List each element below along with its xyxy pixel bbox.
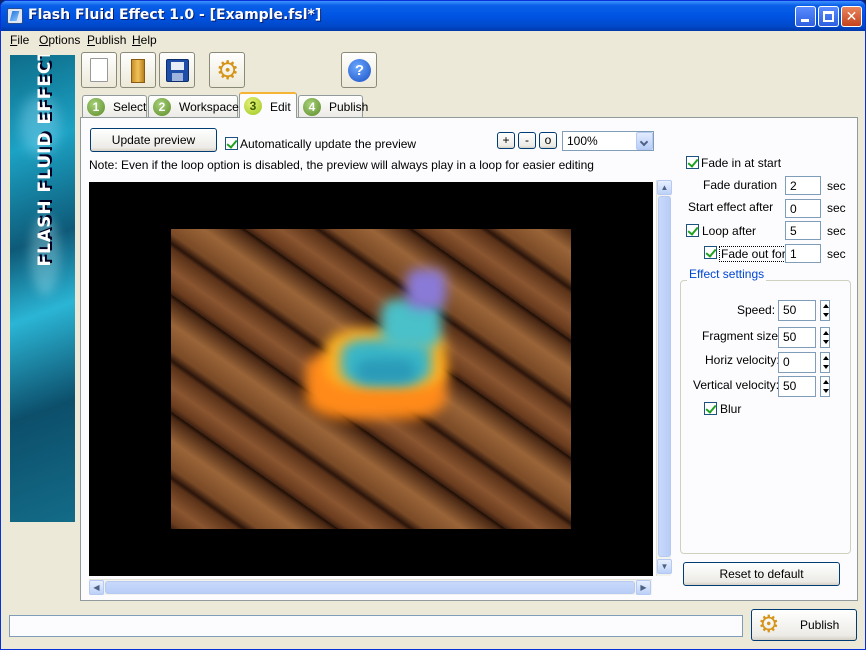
menu-options[interactable]: Options xyxy=(39,33,80,47)
loop-note: Note: Even if the loop option is disable… xyxy=(89,158,594,172)
preview-vertical-scrollbar[interactable]: ▲ ▼ xyxy=(656,180,672,576)
tab-edit[interactable]: 3 Edit xyxy=(239,92,297,118)
fade-duration-label: Fade duration xyxy=(703,178,778,192)
gear-icon: ⚙ xyxy=(758,611,780,638)
vertical-velocity-input[interactable]: 50 xyxy=(778,376,816,397)
publish-button[interactable]: ⚙ Publish xyxy=(751,609,857,641)
loop-after-checkbox[interactable] xyxy=(686,224,699,237)
zoom-reset-button[interactable]: o xyxy=(539,132,557,149)
effect-settings-title: Effect settings xyxy=(687,267,767,281)
folder-icon xyxy=(131,59,145,83)
new-button[interactable] xyxy=(81,52,117,88)
horiz-velocity-label: Horiz velocity: xyxy=(705,353,780,367)
tab-publish[interactable]: 4 Publish xyxy=(298,95,368,117)
fade-in-checkbox[interactable] xyxy=(686,156,699,169)
unit-label: sec xyxy=(827,247,846,261)
chevron-down-icon[interactable] xyxy=(636,132,653,150)
banner-text: FLASH FLUID EFFECT xyxy=(35,55,55,267)
fade-out-checkbox[interactable] xyxy=(704,246,717,259)
blur-label: Blur xyxy=(720,402,742,416)
scroll-up-icon[interactable]: ▲ xyxy=(657,180,672,195)
unit-label: sec xyxy=(827,201,846,215)
fade-in-label: Fade in at start xyxy=(701,156,782,170)
tab-label: Workspace xyxy=(179,100,239,114)
preview-image xyxy=(171,229,571,529)
floppy-icon xyxy=(166,59,189,82)
fragment-size-spinner[interactable] xyxy=(820,327,830,348)
menu-bar: File Options Publish Help xyxy=(1,31,865,50)
close-icon: ✕ xyxy=(845,8,858,24)
app-icon xyxy=(7,8,23,24)
unit-label: sec xyxy=(827,224,846,238)
zoom-out-button[interactable]: - xyxy=(518,132,536,149)
zoom-value: 100% xyxy=(567,134,598,148)
effect-settings-group xyxy=(680,280,851,554)
save-button[interactable] xyxy=(159,52,195,88)
speed-input[interactable]: 50 xyxy=(778,300,816,321)
close-button[interactable]: ✕ xyxy=(841,6,862,27)
vertical-scroll-thumb[interactable] xyxy=(658,196,671,557)
vertical-velocity-label: Vertical velocity: xyxy=(693,378,780,392)
start-after-label: Start effect after xyxy=(688,200,774,214)
fragment-size-input[interactable]: 50 xyxy=(778,327,816,348)
speed-label: Speed: xyxy=(737,303,776,317)
window-title: Flash Fluid Effect 1.0 - [Example.fsl*] xyxy=(28,7,322,23)
blur-checkbox[interactable] xyxy=(704,402,717,415)
update-preview-button[interactable]: Update preview xyxy=(90,128,217,152)
fragment-size-label: Fragment size: xyxy=(702,329,782,343)
title-bar[interactable]: Flash Fluid Effect 1.0 - [Example.fsl*] … xyxy=(1,1,865,31)
scroll-right-icon[interactable]: ▶ xyxy=(636,580,651,595)
unit-label: sec xyxy=(827,179,846,193)
horiz-velocity-spinner[interactable] xyxy=(820,352,830,373)
side-banner: FLASH FLUID EFFECT xyxy=(10,55,75,522)
preview-horizontal-scrollbar[interactable]: ◀ ▶ xyxy=(89,579,652,595)
new-file-icon xyxy=(90,58,108,82)
fluid-effect xyxy=(286,269,486,439)
fade-out-input[interactable]: 1 xyxy=(785,244,821,263)
help-button[interactable]: ? xyxy=(341,52,377,88)
status-bar xyxy=(9,615,743,637)
step-number: 1 xyxy=(87,98,105,116)
step-number: 2 xyxy=(153,98,171,116)
maximize-button[interactable] xyxy=(818,6,839,27)
publish-label: Publish xyxy=(800,618,840,632)
tab-label: Publish xyxy=(329,100,369,114)
zoom-in-button[interactable]: + xyxy=(497,132,515,149)
step-number: 3 xyxy=(244,97,262,115)
horizontal-scroll-thumb[interactable] xyxy=(105,581,635,594)
zoom-select[interactable]: 100% xyxy=(562,131,654,151)
open-button[interactable] xyxy=(120,52,156,88)
minimize-button[interactable] xyxy=(795,6,816,27)
gear-icon: ⚙ xyxy=(216,55,240,85)
tab-select[interactable]: 1 Select xyxy=(82,95,147,117)
auto-update-label: Automatically update the preview xyxy=(240,137,417,151)
menu-help[interactable]: Help xyxy=(132,33,157,47)
reset-default-button[interactable]: Reset to default xyxy=(683,562,840,586)
settings-button[interactable]: ⚙ xyxy=(209,52,245,88)
app-window: Flash Fluid Effect 1.0 - [Example.fsl*] … xyxy=(0,0,866,650)
fade-duration-input[interactable]: 2 xyxy=(785,176,821,195)
menu-publish[interactable]: Publish xyxy=(87,33,126,47)
vertical-velocity-spinner[interactable] xyxy=(820,376,830,397)
scroll-left-icon[interactable]: ◀ xyxy=(89,580,104,595)
tab-workspace[interactable]: 2 Workspace xyxy=(148,95,239,117)
fade-out-label: Fade out for xyxy=(719,246,788,262)
help-icon: ? xyxy=(348,59,371,82)
start-after-input[interactable]: 0 xyxy=(785,199,821,218)
loop-after-label: Loop after xyxy=(702,224,757,238)
speed-spinner[interactable] xyxy=(820,300,830,321)
tab-label: Select xyxy=(113,100,147,114)
tab-label: Edit xyxy=(270,100,291,114)
horiz-velocity-input[interactable]: 0 xyxy=(778,352,816,373)
scroll-down-icon[interactable]: ▼ xyxy=(657,559,672,574)
step-number: 4 xyxy=(303,98,321,116)
auto-update-checkbox[interactable] xyxy=(225,137,238,150)
loop-after-input[interactable]: 5 xyxy=(785,221,821,240)
menu-file[interactable]: File xyxy=(10,33,29,47)
